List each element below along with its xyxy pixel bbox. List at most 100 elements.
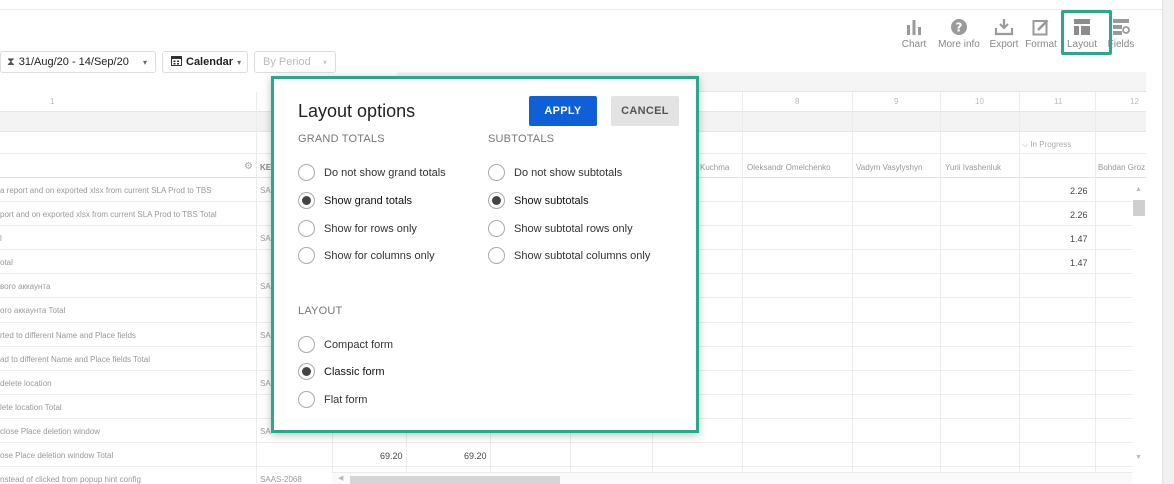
row-value: 69.20 — [380, 451, 403, 462]
chart-button[interactable]: Chart — [896, 14, 932, 50]
option-label: Do not show subtotals — [514, 166, 623, 179]
help-icon: ? — [950, 14, 968, 36]
radio-classic-form[interactable]: Classic form — [298, 363, 385, 380]
filter-bar: ⧗ 31/Aug/20 - 14/Sep/20 ▾ Calendar ▾ By … — [0, 51, 342, 73]
option-label: Flat form — [324, 393, 368, 406]
grand-totals-title: GRAND TOTALS — [298, 133, 385, 145]
radio-circle[interactable] — [298, 164, 315, 181]
row-value: 2.26 — [1070, 186, 1088, 196]
assignee-header[interactable]: Vadym Vasylyshyn — [856, 163, 922, 172]
radio-circle[interactable] — [298, 363, 315, 380]
row-label: lete location Total — [0, 402, 62, 412]
radio-circle[interactable] — [488, 220, 505, 237]
top-strip — [0, 0, 1162, 10]
radio-show-for-rows-only[interactable]: Show for rows only — [298, 220, 417, 237]
scrollbar-thumb[interactable] — [350, 476, 560, 484]
column-number: 8 — [795, 97, 800, 106]
layout-options-dialog: Layout options APPLY CANCEL GRAND TOTALS… — [271, 76, 699, 433]
table-row[interactable]: ose Place deletion window Total 69.20 69.2… — [0, 443, 1132, 468]
option-label: Show subtotal rows only — [514, 222, 633, 235]
scrollbar-thumb[interactable] — [1133, 200, 1145, 216]
more-info-button[interactable]: ? More info — [932, 14, 986, 50]
option-label: Show for rows only — [324, 222, 417, 235]
row-value: 1.47 — [1070, 234, 1088, 245]
horizontal-scrollbar[interactable]: ◀ — [332, 472, 1132, 484]
assignee-header[interactable]: Oleksandr Omelchenko — [747, 163, 831, 172]
more-info-label: More info — [938, 39, 980, 50]
row-value: 2.26 — [1070, 210, 1088, 221]
row-label: l — [0, 234, 2, 244]
svg-text:?: ? — [956, 21, 963, 35]
export-button[interactable]: Export — [986, 14, 1022, 50]
status-header[interactable]: ⌵ In Progress — [1022, 140, 1071, 150]
radio-circle[interactable] — [298, 391, 315, 408]
radio-show-subtotal-rows-only[interactable]: Show subtotal rows only — [488, 220, 633, 237]
assignee-header[interactable]: Yurii Ivashenluk — [945, 163, 1001, 172]
row-label: ad to different Name and Place fields To… — [0, 354, 151, 364]
radio-show-subtotals[interactable]: Show subtotals — [488, 192, 589, 209]
subtotals-title: SUBTOTALS — [488, 133, 555, 145]
assignee-header[interactable]: Bohdan Groz — [1098, 163, 1145, 172]
option-label: Show grand totals — [324, 194, 413, 207]
scroll-up-icon[interactable]: ▲ — [1135, 186, 1142, 193]
radio-show-for-columns-only[interactable]: Show for columns only — [298, 247, 435, 264]
column-number: 11 — [1054, 97, 1063, 106]
radio-do-not-show-grand-totals[interactable]: Do not show grand totals — [298, 164, 446, 181]
radio-do-not-show-subtotals[interactable]: Do not show subtotals — [488, 164, 622, 181]
export-label: Export — [989, 39, 1019, 50]
chevron-down-icon: ⌵ — [1022, 140, 1029, 149]
radio-circle[interactable] — [488, 164, 505, 181]
period-placeholder: By Period — [263, 56, 311, 68]
option-label: Show subtotal columns only — [514, 249, 651, 262]
row-label: close Place deletion window — [0, 426, 101, 436]
row-label: nstead of clicked from popup hint config — [0, 475, 141, 484]
scroll-left-icon[interactable]: ◀ — [338, 474, 343, 482]
row-label: a report and on exported xlsx from curre… — [0, 186, 212, 195]
row-label: ose Place deletion window Total — [0, 451, 114, 461]
assignee-header[interactable]: Kuchma — [700, 163, 729, 172]
row-key: SA — [260, 378, 271, 388]
period-dropdown[interactable]: By Period ▾ — [254, 51, 336, 73]
radio-compact-form[interactable]: Compact form — [298, 336, 393, 353]
calendar-icon — [171, 55, 182, 69]
gear-icon[interactable]: ⚙ — [244, 161, 253, 172]
row-label: вого аккаунта — [0, 282, 51, 292]
option-label: Show subtotals — [514, 194, 589, 207]
vertical-scrollbar[interactable]: ▲ ▼ — [1132, 184, 1146, 466]
apply-button[interactable]: APPLY — [529, 96, 597, 126]
scroll-down-icon[interactable]: ▼ — [1135, 454, 1142, 461]
option-label: Classic form — [324, 365, 385, 378]
row-key: SA — [260, 330, 271, 340]
dialog-title: Layout options — [298, 101, 416, 121]
radio-circle[interactable] — [488, 192, 505, 209]
chart-icon — [905, 14, 923, 36]
radio-flat-form[interactable]: Flat form — [298, 391, 367, 408]
row-label: otal — [0, 258, 13, 268]
radio-circle[interactable] — [298, 220, 315, 237]
row-value: 1.47 — [1070, 258, 1088, 269]
calendar-value: Calendar — [186, 56, 234, 68]
row-key: SA — [260, 282, 271, 292]
row-label: delete location — [0, 378, 52, 388]
format-icon — [1032, 14, 1050, 36]
option-label: Do not show grand totals — [324, 166, 446, 179]
key-header[interactable]: KE — [260, 163, 271, 172]
fields-icon — [1112, 14, 1130, 36]
radio-circle[interactable] — [488, 247, 505, 264]
chart-label: Chart — [901, 39, 927, 50]
cancel-button[interactable]: CANCEL — [611, 96, 679, 126]
calendar-dropdown[interactable]: Calendar ▾ — [162, 51, 248, 73]
date-range-dropdown[interactable]: ⧗ 31/Aug/20 - 14/Sep/20 ▾ — [0, 51, 156, 73]
status-header-label: In Progress — [1030, 140, 1072, 149]
radio-show-subtotal-columns-only[interactable]: Show subtotal columns only — [488, 247, 650, 264]
radio-circle[interactable] — [298, 192, 315, 209]
layout-title: LAYOUT — [298, 305, 343, 317]
radio-show-grand-totals[interactable]: Show grand totals — [298, 192, 412, 209]
format-button[interactable]: Format — [1022, 14, 1060, 50]
chevron-down-icon: ▾ — [237, 57, 242, 67]
date-range-value: 31/Aug/20 - 14/Sep/20 — [18, 56, 129, 68]
radio-circle[interactable] — [298, 247, 315, 264]
row-key: SA — [260, 186, 271, 195]
window-scrollbar-gutter — [1162, 0, 1174, 484]
radio-circle[interactable] — [298, 336, 315, 353]
